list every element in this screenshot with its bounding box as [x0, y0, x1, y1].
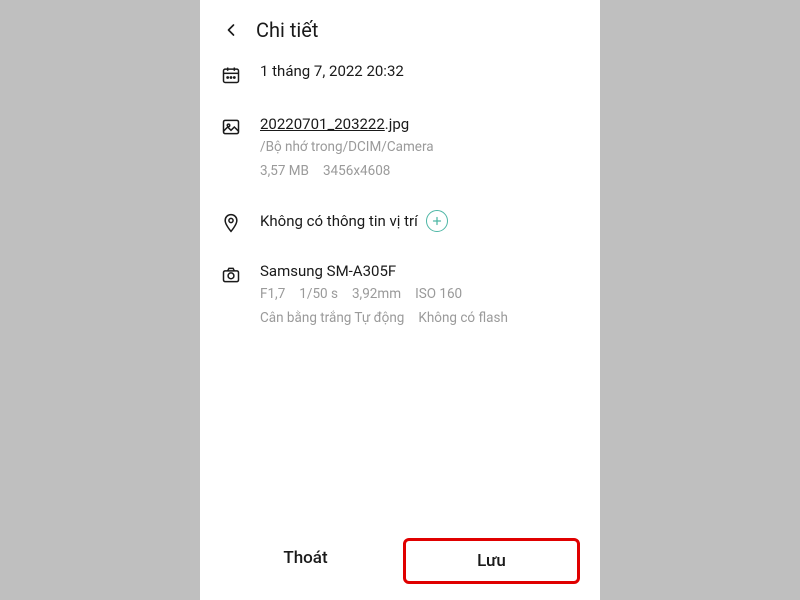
location-row: Không có thông tin vị trí [220, 210, 580, 234]
calendar-icon [220, 64, 242, 86]
content: 1 tháng 7, 2022 20:32 20220701_203222.jp… [200, 52, 600, 524]
camera-wb: Cân bằng trắng Tự động [260, 308, 404, 328]
camera-model: Samsung SM-A305F [260, 262, 580, 280]
filename[interactable]: 20220701_203222.jpg [260, 114, 580, 133]
details-screen: Chi tiết 1 tháng 7, 2022 20:32 20220701_… [200, 0, 600, 600]
file-meta: 3,57 MB 3456x4608 [260, 161, 580, 181]
add-location-button[interactable] [426, 210, 448, 232]
camera-shutter: 1/50 s [299, 284, 338, 304]
date-text[interactable]: 1 tháng 7, 2022 20:32 [260, 62, 580, 80]
camera-row: Samsung SM-A305F F1,7 1/50 s 3,92mm ISO … [220, 262, 580, 329]
header: Chi tiết [200, 0, 600, 52]
camera-icon [220, 264, 242, 286]
location-icon [220, 212, 242, 234]
location-text: Không có thông tin vị trí [260, 212, 418, 230]
camera-meta-2: Cân bằng trắng Tự động Không có flash [260, 308, 580, 328]
save-button[interactable]: Lưu [403, 538, 580, 584]
camera-iso: ISO 160 [415, 284, 462, 304]
camera-focal: 3,92mm [352, 284, 401, 304]
file-dimensions: 3456x4608 [323, 161, 390, 181]
page-title: Chi tiết [256, 18, 318, 42]
camera-aperture: F1,7 [260, 284, 285, 304]
camera-meta-1: F1,7 1/50 s 3,92mm ISO 160 [260, 284, 580, 304]
image-icon [220, 116, 242, 138]
back-icon[interactable] [220, 19, 242, 41]
footer: Thoát Lưu [200, 524, 600, 600]
file-row: 20220701_203222.jpg /Bộ nhớ trong/DCIM/C… [220, 114, 580, 182]
cancel-button[interactable]: Thoát [220, 538, 391, 584]
filename-ext: .jpg [385, 115, 409, 133]
file-path: /Bộ nhớ trong/DCIM/Camera [260, 137, 580, 157]
camera-flash: Không có flash [418, 308, 508, 328]
filename-base: 20220701_203222 [260, 115, 385, 133]
file-size: 3,57 MB [260, 161, 309, 181]
date-row: 1 tháng 7, 2022 20:32 [220, 62, 580, 86]
